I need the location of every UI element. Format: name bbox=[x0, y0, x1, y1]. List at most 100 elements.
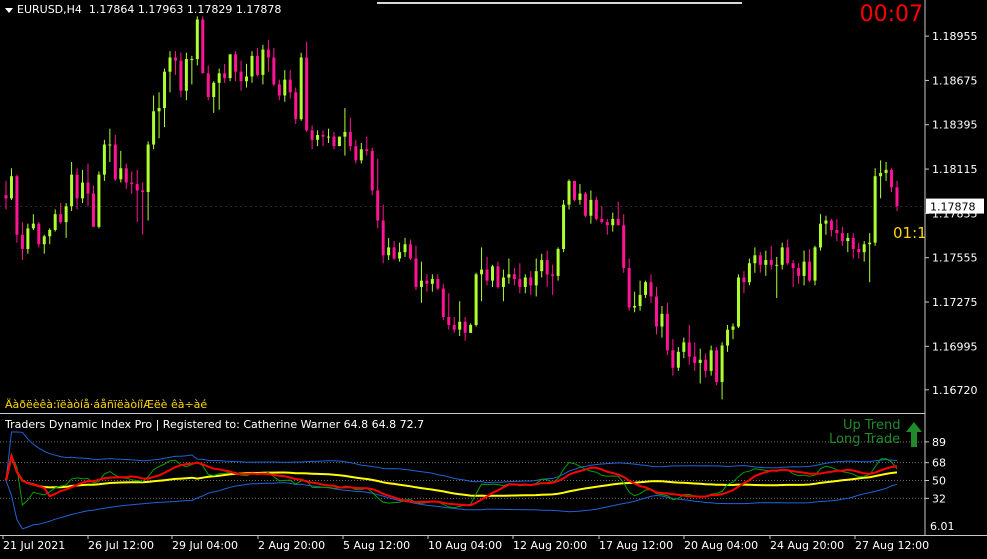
time-tick-label: 5 Aug 12:00 bbox=[343, 539, 410, 552]
time-tick-label: 17 Aug 12:00 bbox=[599, 539, 673, 552]
candle-body bbox=[540, 260, 544, 272]
candle-body bbox=[81, 182, 85, 199]
candle-body bbox=[611, 218, 615, 226]
candle-body bbox=[321, 135, 325, 137]
candle-body bbox=[4, 195, 8, 199]
candle-body bbox=[846, 237, 850, 242]
up-trend-label: Up Trend bbox=[843, 418, 901, 433]
dropdown-triangle-icon[interactable] bbox=[5, 7, 13, 13]
candle-body bbox=[97, 174, 101, 227]
candle-body bbox=[436, 279, 440, 289]
candle-body bbox=[305, 57, 309, 131]
indicator-caption: Äàðëèêà:ïëàòíå·áåñïëàòíîÆëè êà÷àé bbox=[5, 398, 208, 411]
candle-body bbox=[480, 269, 484, 275]
candle-body bbox=[469, 324, 473, 333]
candle-body bbox=[775, 264, 779, 266]
candle-body bbox=[381, 220, 385, 256]
candle-body bbox=[228, 54, 232, 79]
candle-body bbox=[190, 59, 194, 61]
candle-body bbox=[633, 305, 637, 308]
candle-body bbox=[890, 169, 894, 188]
candle-body bbox=[245, 76, 249, 82]
candle-body bbox=[283, 79, 287, 96]
candle-body bbox=[753, 255, 757, 264]
bar-timer-label: 01:1 bbox=[893, 224, 927, 242]
price-tick-label: 1.16720 bbox=[932, 384, 978, 397]
candle-body bbox=[392, 247, 396, 259]
candle-body bbox=[135, 184, 139, 191]
candle-body bbox=[15, 176, 19, 235]
candle-body bbox=[572, 180, 576, 200]
candle-body bbox=[365, 149, 369, 151]
candle-body bbox=[857, 248, 861, 253]
candle-body bbox=[157, 108, 161, 112]
candle-body bbox=[693, 356, 697, 363]
candle-body bbox=[59, 214, 63, 223]
candle-body bbox=[529, 277, 533, 286]
candle-body bbox=[354, 146, 358, 161]
candle-body bbox=[398, 252, 402, 259]
time-tick-label: 29 Jul 04:00 bbox=[172, 539, 238, 552]
candle-body bbox=[441, 288, 445, 318]
candle-body bbox=[518, 279, 522, 287]
candle-body bbox=[720, 345, 724, 382]
candle-body bbox=[862, 244, 866, 253]
candle-body bbox=[463, 321, 467, 333]
candle-body bbox=[70, 174, 74, 207]
candle-body bbox=[567, 180, 571, 205]
symbol-header: EURUSD,H4 1.17864 1.17963 1.17829 1.1787… bbox=[5, 3, 281, 16]
candle-body bbox=[715, 350, 719, 382]
candle-body bbox=[780, 247, 784, 265]
time-tick-label: 27 Aug 12:00 bbox=[855, 539, 929, 552]
candle-body bbox=[791, 263, 795, 268]
candle-body bbox=[294, 92, 298, 120]
candle-body bbox=[884, 169, 888, 174]
chart-window[interactable]: 1.18955 1.18675 1.18395 1.18115 1.17835 1.175… bbox=[0, 0, 987, 555]
time-tick-label: 2 Aug 20:00 bbox=[258, 539, 325, 552]
candle-body bbox=[764, 260, 768, 265]
candle-body bbox=[583, 193, 587, 216]
candle-body bbox=[731, 326, 735, 330]
candle-body bbox=[512, 274, 516, 280]
candle-body bbox=[409, 244, 413, 259]
candle-body bbox=[102, 144, 106, 175]
candle-body bbox=[676, 351, 680, 368]
candle-body bbox=[310, 130, 314, 140]
candle-body bbox=[578, 193, 582, 200]
candle-body bbox=[359, 149, 363, 161]
candle-body bbox=[430, 279, 434, 284]
candle-body bbox=[163, 71, 167, 109]
candle-body bbox=[419, 280, 423, 287]
candle-body bbox=[327, 136, 331, 138]
candle-body bbox=[277, 84, 281, 96]
candle-body bbox=[758, 255, 762, 265]
candle-body bbox=[113, 144, 117, 180]
candle-body bbox=[316, 135, 320, 140]
price-tick-label: 1.18395 bbox=[932, 119, 978, 132]
candle-body bbox=[201, 19, 205, 74]
level-tick-label: 89 bbox=[932, 436, 946, 449]
candle-body bbox=[523, 277, 527, 287]
candle-body bbox=[769, 260, 773, 265]
candle-body bbox=[403, 244, 407, 253]
candle-body bbox=[86, 182, 90, 194]
ohlc-values: 1.17864 1.17963 1.17829 1.17878 bbox=[88, 3, 282, 16]
candle-body bbox=[387, 247, 391, 256]
candle-body bbox=[425, 280, 429, 284]
time-tick-label: 10 Aug 04:00 bbox=[428, 539, 502, 552]
candle-body bbox=[682, 342, 686, 352]
candle-body bbox=[376, 190, 380, 221]
candle-body bbox=[179, 60, 183, 91]
time-tick-label: 20 Aug 04:00 bbox=[684, 539, 758, 552]
candle-body bbox=[37, 223, 41, 245]
chart-canvas[interactable]: 1.189551.186751.183951.181151.178351.175… bbox=[0, 0, 987, 555]
candle-body bbox=[266, 49, 270, 58]
current-price-label: 1.17878 bbox=[930, 201, 976, 214]
candle-body bbox=[600, 218, 604, 223]
price-tick-label: 1.18675 bbox=[932, 74, 978, 87]
candle-body bbox=[545, 260, 549, 275]
candle-body bbox=[594, 199, 598, 219]
candle-body bbox=[818, 223, 822, 248]
candle-body bbox=[42, 236, 46, 245]
chart-scroll-indicator[interactable] bbox=[377, 2, 742, 4]
